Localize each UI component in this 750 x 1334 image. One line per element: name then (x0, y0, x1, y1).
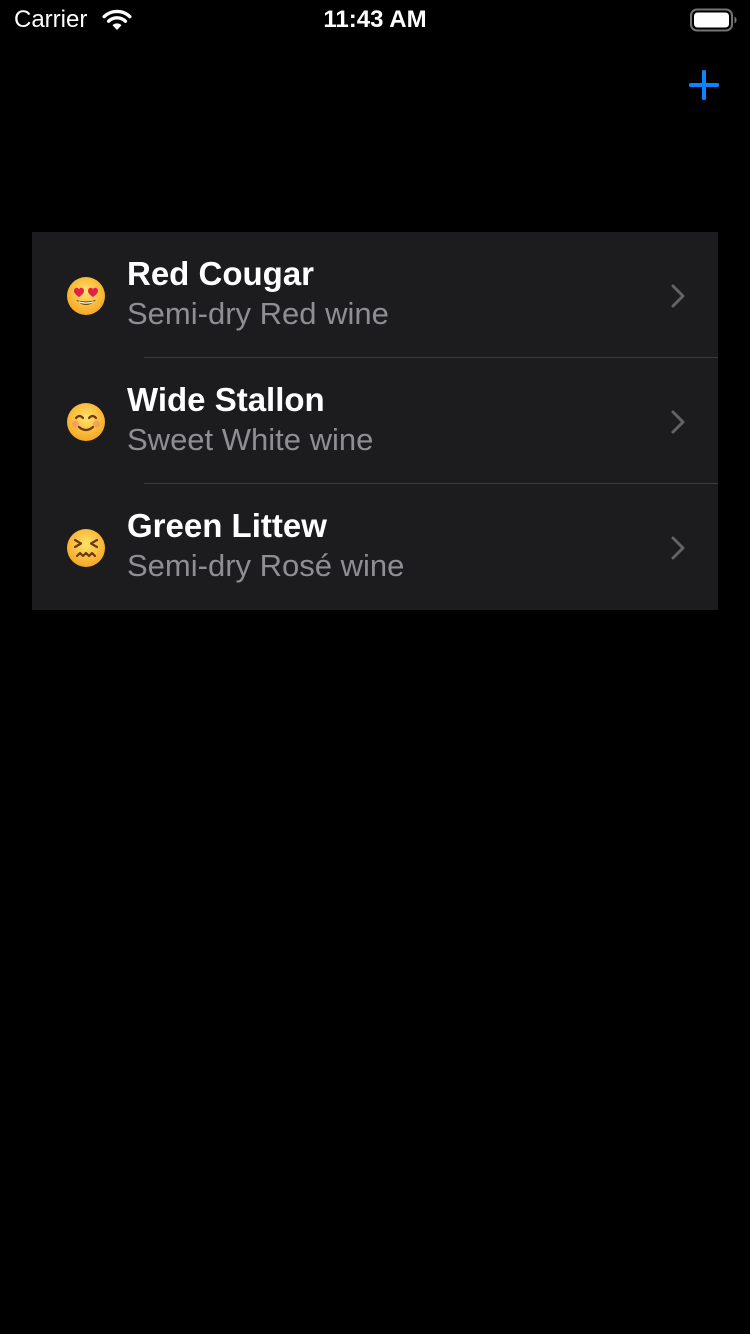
wine-name: Green Littew (127, 507, 327, 544)
plus-icon (689, 70, 719, 100)
wine-description: Sweet White wine (127, 422, 374, 457)
smiling-face-with-heart-eyes-icon (67, 277, 105, 315)
chevron-right-icon (671, 284, 685, 308)
wine-row-red-cougar[interactable]: Red Cougar Semi-dry Red wine (32, 232, 718, 358)
wine-name: Wide Stallon (127, 381, 325, 418)
status-bar: Carrier 11:43 AM (0, 0, 750, 40)
smiling-face-with-smiling-eyes-icon (67, 403, 105, 441)
clock-label: 11:43 AM (323, 6, 427, 33)
add-button[interactable] (683, 64, 725, 106)
wine-description: Semi-dry Rosé wine (127, 548, 405, 583)
chevron-right-icon (671, 536, 685, 560)
wine-name: Red Cougar (127, 255, 315, 292)
battery-icon (690, 8, 737, 32)
wine-description: Semi-dry Red wine (127, 296, 389, 331)
chevron-right-icon (671, 410, 685, 434)
wine-row-green-littew[interactable]: Green Littew Semi-dry Rosé wine (32, 484, 718, 610)
wine-row-wide-stallon[interactable]: Wide Stallon Sweet White wine (32, 358, 718, 484)
wine-list: Red Cougar Semi-dry Red wine Wide Stallo… (32, 232, 718, 610)
confounded-face-icon (67, 529, 105, 567)
